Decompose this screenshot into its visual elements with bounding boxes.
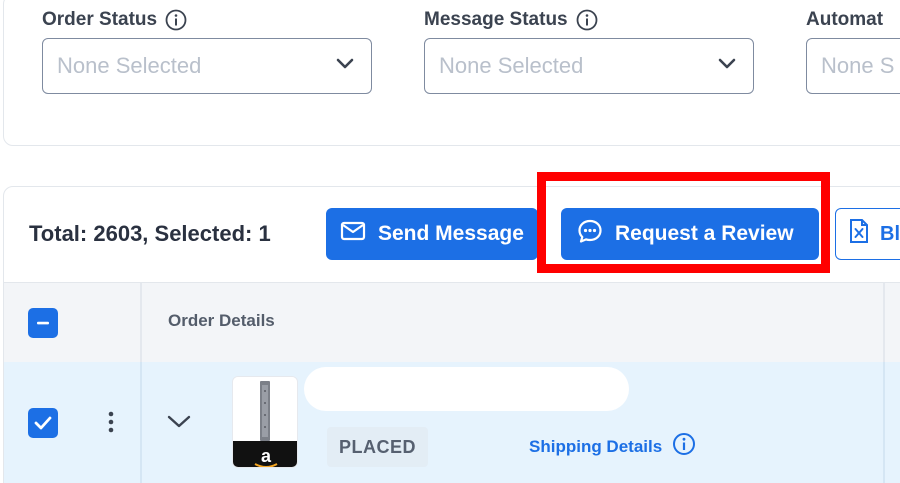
shipping-details-link[interactable]: Shipping Details (529, 432, 696, 461)
export-button[interactable]: Bl (835, 208, 900, 260)
export-button-label: Bl (880, 222, 900, 245)
info-icon[interactable] (672, 432, 696, 461)
filter-order-status-label: Order Status (42, 9, 158, 30)
row-checkbox[interactable] (28, 408, 58, 438)
info-icon[interactable] (576, 9, 598, 31)
request-review-label: Request a Review (615, 222, 794, 245)
chat-bubble-icon (577, 218, 603, 250)
filter-order-status: Order Status (42, 5, 187, 35)
send-message-button[interactable]: Send Message (326, 208, 538, 260)
app-stage: Order Status None Selected Message Statu… (0, 0, 900, 483)
redacted-order-title (304, 367, 629, 411)
status-badge: PLACED (327, 427, 429, 467)
svg-text:a: a (261, 446, 272, 466)
chevron-down-icon (717, 57, 737, 76)
orders-table-card: Total: 2603, Selected: 1 Send Message Re… (3, 186, 900, 483)
send-message-label: Send Message (378, 222, 524, 245)
column-divider (140, 283, 142, 363)
bulk-actions-toolbar: Total: 2603, Selected: 1 Send Message Re… (4, 187, 900, 282)
filter-automation-label-row: Automat (806, 5, 883, 35)
automation-select-value: None S (821, 53, 895, 78)
table-header: Order Details (4, 282, 900, 363)
column-divider (883, 283, 885, 363)
minus-icon (37, 321, 49, 325)
table-row[interactable]: a PLACED Shipping Details (4, 362, 900, 483)
checkmark-icon (34, 416, 52, 430)
filter-message-status-label-row: Message Status (424, 5, 598, 35)
shipping-details-label: Shipping Details (529, 436, 663, 456)
column-divider (883, 362, 885, 483)
message-status-select-value: None Selected (439, 53, 584, 78)
filter-automation-label: Automat (806, 9, 884, 30)
automation-select[interactable]: None S (806, 38, 900, 94)
select-all-checkbox[interactable] (28, 308, 58, 338)
product-thumbnail: a (232, 376, 298, 468)
request-review-button[interactable]: Request a Review (561, 208, 819, 260)
envelope-icon (340, 220, 366, 248)
filter-message-status-label: Message Status (424, 9, 568, 30)
order-status-select[interactable]: None Selected (42, 38, 372, 94)
column-divider (140, 362, 142, 483)
column-header-order-details[interactable]: Order Details (168, 311, 275, 331)
filter-message-status: Message Status (424, 5, 598, 35)
chevron-down-icon (335, 57, 355, 76)
filter-panel: Order Status None Selected Message Statu… (3, 0, 900, 146)
filter-automation: Automat (806, 5, 883, 35)
excel-file-icon (848, 218, 870, 250)
message-status-select[interactable]: None Selected (424, 38, 754, 94)
selection-summary: Total: 2603, Selected: 1 (29, 221, 271, 246)
filter-order-status-label-row: Order Status (42, 5, 187, 35)
kebab-menu-icon[interactable] (107, 410, 115, 439)
info-icon[interactable] (165, 9, 187, 31)
order-status-select-value: None Selected (57, 53, 202, 78)
expand-row-chevron-icon[interactable] (166, 414, 192, 435)
